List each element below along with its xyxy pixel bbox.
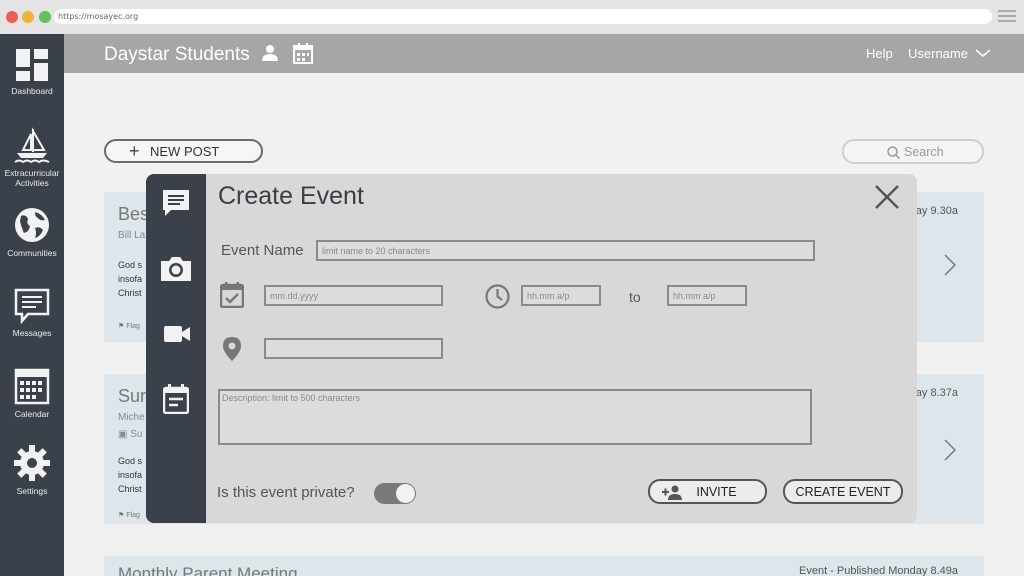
video-camera-icon[interactable] bbox=[163, 324, 191, 344]
new-post-label: NEW POST bbox=[150, 144, 220, 159]
post-author: Miche bbox=[118, 412, 145, 423]
search-icon bbox=[887, 146, 900, 159]
sidebar-item-calendar[interactable]: Calendar bbox=[0, 367, 64, 419]
sidebar-item-dashboard[interactable]: Dashboard bbox=[0, 48, 64, 96]
chevron-down-icon bbox=[975, 49, 991, 57]
to-label: to bbox=[629, 289, 641, 305]
location-input[interactable] bbox=[264, 338, 443, 359]
camera-icon[interactable] bbox=[159, 255, 193, 283]
create-event-button[interactable]: CREATE EVENT bbox=[783, 479, 903, 504]
post-title: Bes bbox=[118, 204, 150, 224]
sidebar-item-label: Extracurricular Activities bbox=[4, 168, 60, 188]
message-icon bbox=[14, 288, 50, 324]
post-meta: Event - Published Monday 8.49a bbox=[799, 565, 958, 576]
start-time-input[interactable] bbox=[521, 285, 601, 306]
location-pin-icon bbox=[223, 337, 241, 361]
create-event-modal: Create Event Event Name to Is this event… bbox=[146, 174, 917, 523]
chevron-right-icon[interactable] bbox=[944, 439, 956, 461]
sidebar-item-label: Messages bbox=[12, 328, 52, 338]
post-card[interactable]: Monthly Parent Meeting Event - Published… bbox=[104, 556, 984, 576]
gear-icon bbox=[14, 445, 50, 481]
browser-chrome: https://mosayec.org bbox=[0, 0, 1024, 34]
event-name-label: Event Name bbox=[221, 242, 304, 259]
calendar-icon bbox=[14, 368, 50, 405]
toggle-knob bbox=[396, 484, 415, 503]
invite-label: INVITE bbox=[696, 485, 737, 499]
flag-label: Flag bbox=[126, 512, 140, 519]
sidebar-item-label: Settings bbox=[16, 486, 48, 496]
chat-icon[interactable] bbox=[161, 188, 191, 218]
username-menu[interactable]: Username bbox=[908, 46, 991, 61]
minimize-window-button[interactable] bbox=[22, 11, 34, 23]
flag-label: Flag bbox=[126, 323, 140, 330]
sidebar-item-communities[interactable]: Communities bbox=[0, 206, 64, 258]
sidebar-item-label: Calendar bbox=[14, 409, 50, 419]
post-title: Sur bbox=[118, 386, 147, 406]
globe-icon bbox=[15, 208, 49, 242]
calendar-check-icon bbox=[220, 282, 244, 308]
plus-icon: + bbox=[129, 141, 140, 161]
chevron-right-icon[interactable] bbox=[944, 254, 956, 276]
description-input[interactable] bbox=[218, 389, 812, 445]
post-meta: ay 9.30a bbox=[915, 205, 958, 217]
username-label: Username bbox=[908, 46, 968, 61]
flag-link[interactable]: ⚑ Flag bbox=[118, 322, 140, 330]
post-author: Bill La bbox=[118, 230, 146, 241]
modal-type-bar bbox=[146, 174, 206, 523]
calendar-icon[interactable] bbox=[293, 43, 313, 64]
url-bar[interactable]: https://mosayec.org bbox=[54, 9, 992, 24]
header-bar: Daystar Students Help Username bbox=[64, 34, 1024, 73]
sidebar-item-label: Communities bbox=[7, 248, 57, 258]
close-window-button[interactable] bbox=[6, 11, 18, 23]
post-title: Monthly Parent Meeting bbox=[118, 564, 298, 576]
search-input[interactable]: Search bbox=[842, 139, 984, 164]
event-note-icon[interactable] bbox=[163, 384, 189, 414]
add-person-icon bbox=[662, 485, 682, 500]
event-date-input[interactable] bbox=[264, 285, 443, 306]
invite-button[interactable]: INVITE bbox=[648, 479, 767, 504]
sidebar-item-label: Dashboard bbox=[11, 86, 53, 96]
browser-menu-icon[interactable] bbox=[998, 10, 1016, 24]
post-date: ▣ Su bbox=[118, 429, 143, 440]
search-placeholder: Search bbox=[904, 145, 944, 159]
private-toggle[interactable] bbox=[374, 483, 416, 504]
close-icon[interactable] bbox=[874, 184, 900, 210]
end-time-input[interactable] bbox=[667, 285, 747, 306]
new-post-button[interactable]: + NEW POST bbox=[104, 139, 263, 163]
post-date-label: Su bbox=[130, 429, 143, 440]
sidebar-item-settings[interactable]: Settings bbox=[0, 444, 64, 496]
help-link[interactable]: Help bbox=[866, 46, 893, 61]
flag-link[interactable]: ⚑ Flag bbox=[118, 511, 140, 519]
post-meta: ay 8.37a bbox=[915, 387, 958, 399]
private-label: Is this event private? bbox=[217, 484, 355, 501]
sailboat-icon bbox=[14, 127, 50, 164]
sidebar-item-extracurricular[interactable]: Extracurricular Activities bbox=[0, 126, 64, 188]
clock-icon bbox=[485, 284, 510, 309]
sidebar-item-messages[interactable]: Messages bbox=[0, 288, 64, 338]
user-icon[interactable] bbox=[261, 44, 279, 62]
sidebar: Dashboard Extracurricular Activities Com… bbox=[0, 34, 64, 576]
dashboard-icon bbox=[16, 49, 48, 81]
page-title: Daystar Students bbox=[104, 44, 250, 65]
modal-title: Create Event bbox=[218, 182, 364, 210]
maximize-window-button[interactable] bbox=[39, 11, 51, 23]
event-name-input[interactable] bbox=[316, 240, 815, 261]
